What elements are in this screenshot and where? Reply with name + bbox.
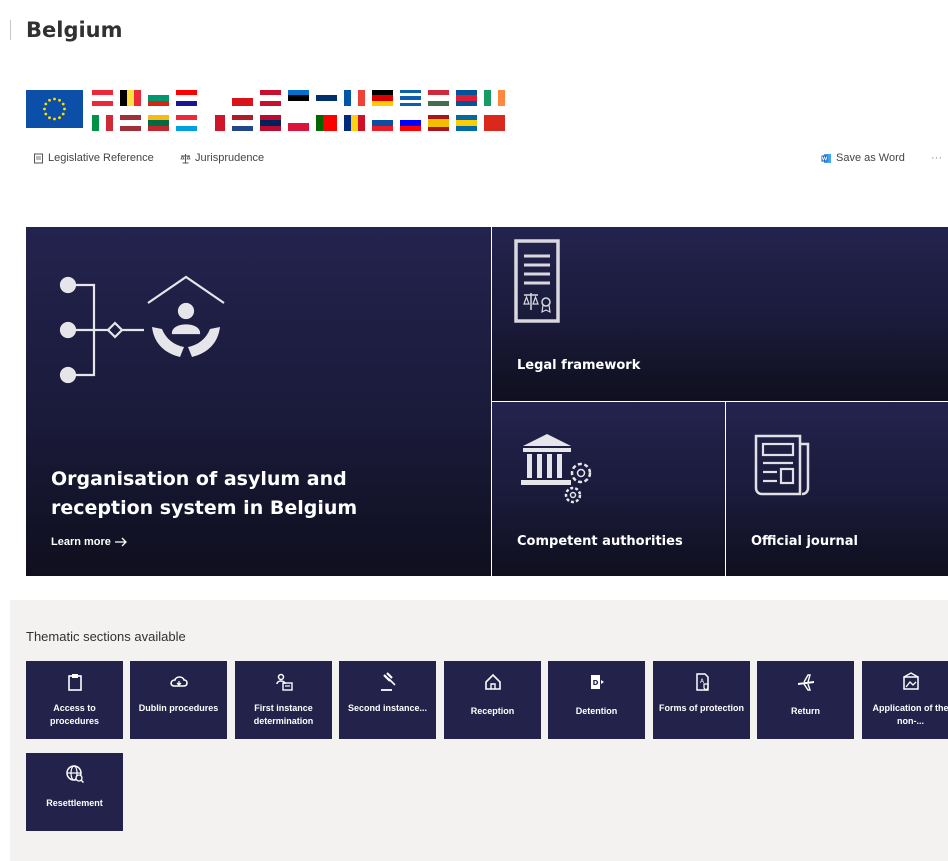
- more-options-button[interactable]: ···: [931, 152, 942, 164]
- theme-tile-label: Dublin procedures: [138, 703, 219, 713]
- official-journal-tile[interactable]: Official journal: [726, 402, 948, 576]
- theme-tile-label: Second instance...: [347, 703, 428, 713]
- hero-grid: Organisation of asylum and reception sys…: [26, 227, 948, 576]
- theme-tile-detention[interactable]: D Detention: [548, 661, 645, 739]
- flag-switzerland[interactable]: [484, 115, 505, 131]
- flag-row-1: [92, 90, 505, 107]
- theme-tile-label: Access to procedures: [49, 703, 100, 726]
- page-title: Belgium: [26, 18, 123, 42]
- globe-icon: [26, 764, 123, 784]
- toolbar: Legislative Reference Jurisprudence W Sa…: [33, 152, 948, 168]
- cloud-sync-icon: [130, 672, 227, 692]
- thematic-sections: Thematic sections available Access to pr…: [10, 600, 948, 861]
- svg-text:W: W: [822, 156, 828, 162]
- flag-latvia[interactable]: [120, 115, 141, 131]
- flag-denmark[interactable]: [260, 90, 281, 106]
- theme-tile-label: Resettlement: [46, 798, 103, 808]
- flag-czechia[interactable]: [232, 90, 253, 106]
- home-icon: [444, 672, 541, 692]
- flag-italy[interactable]: [92, 115, 113, 131]
- flag-greece[interactable]: [400, 90, 421, 107]
- theme-tile-label: Application of the non-...: [872, 703, 948, 726]
- learn-more-label: Learn more: [51, 536, 111, 548]
- flag-ireland[interactable]: [484, 90, 505, 106]
- flag-netherlands[interactable]: [232, 115, 253, 131]
- theme-tile-forms-of-protection[interactable]: A Forms of protection: [653, 661, 750, 739]
- flag-lithuania[interactable]: [148, 115, 169, 131]
- theme-tile-label: Forms of protection: [659, 703, 744, 713]
- theme-tile-second-instance[interactable]: Second instance...: [339, 661, 436, 739]
- save-as-word-label: Save as Word: [836, 152, 905, 164]
- flag-row-2: [92, 115, 505, 131]
- flag-romania[interactable]: [344, 115, 365, 131]
- competent-authorities-label: Competent authorities: [517, 534, 683, 549]
- flag-spain[interactable]: [428, 115, 449, 131]
- flag-estonia[interactable]: [288, 90, 309, 106]
- flag-bulgaria[interactable]: [148, 90, 169, 106]
- flag-finland[interactable]: [316, 90, 337, 106]
- legal-document-icon: [514, 239, 560, 323]
- theme-tile-label: Return: [791, 706, 820, 716]
- document-shield-icon: A: [653, 672, 750, 692]
- document-icon: [34, 153, 43, 163]
- theme-tile-label: Reception: [470, 706, 515, 716]
- word-icon: W: [821, 153, 831, 163]
- theme-tile-reception[interactable]: Reception: [444, 661, 541, 739]
- scales-icon: [180, 153, 191, 163]
- arrow-right-icon: [114, 537, 127, 547]
- svg-text:D: D: [592, 679, 598, 687]
- more-icon: ···: [931, 152, 942, 164]
- flag-cyprus[interactable]: [204, 90, 225, 106]
- thematic-sections-heading: Thematic sections available: [26, 629, 186, 644]
- flag-slovakia[interactable]: [372, 115, 393, 131]
- legal-framework-label: Legal framework: [517, 358, 641, 373]
- flag-malta[interactable]: [204, 115, 225, 131]
- government-building-icon: [521, 434, 592, 504]
- image-building-icon: [862, 672, 948, 692]
- eu-flag[interactable]: [26, 90, 83, 128]
- flag-poland[interactable]: [288, 115, 309, 131]
- airplane-icon: [757, 672, 854, 692]
- legislative-reference-label: Legislative Reference: [48, 152, 154, 164]
- flag-germany[interactable]: [372, 90, 393, 106]
- flag-belgium[interactable]: [120, 90, 141, 106]
- clipboard-icon: [26, 672, 123, 692]
- flag-france[interactable]: [344, 90, 365, 106]
- flag-iceland[interactable]: [456, 90, 477, 106]
- save-as-word-button[interactable]: W Save as Word: [821, 152, 905, 164]
- flag-portugal[interactable]: [316, 115, 337, 131]
- gavel-icon: [339, 672, 436, 692]
- jurisprudence-link[interactable]: Jurisprudence: [180, 152, 264, 164]
- flag-norway[interactable]: [260, 115, 281, 131]
- theme-tile-application-of-the-non[interactable]: Application of the non-...: [862, 661, 948, 739]
- theme-tile-label: Detention: [575, 706, 618, 716]
- theme-tile-resettlement[interactable]: Resettlement: [26, 753, 123, 831]
- legislative-reference-link[interactable]: Legislative Reference: [33, 152, 154, 164]
- organisation-tile[interactable]: Organisation of asylum and reception sys…: [26, 227, 491, 576]
- theme-tile-first-instance-determination[interactable]: First instance determination: [235, 661, 332, 739]
- theme-tile-dublin-procedures[interactable]: Dublin procedures: [130, 661, 227, 739]
- jurisprudence-label: Jurisprudence: [195, 152, 265, 164]
- theme-tile-label: First instance determination: [253, 703, 314, 726]
- flag-hungary[interactable]: [428, 90, 449, 106]
- theme-tile-return[interactable]: Return: [757, 661, 854, 739]
- official-journal-label: Official journal: [751, 534, 859, 549]
- learn-more-link[interactable]: Learn more: [51, 536, 128, 548]
- theme-tile-access-to-procedures[interactable]: Access to procedures: [26, 661, 123, 739]
- newspaper-icon: [754, 434, 810, 496]
- flag-austria[interactable]: [92, 90, 113, 106]
- door-icon: D: [548, 672, 645, 692]
- flag-sweden[interactable]: [456, 115, 477, 131]
- legal-framework-tile[interactable]: Legal framework: [492, 227, 948, 401]
- flag-slovenia[interactable]: [400, 115, 421, 131]
- flag-croatia[interactable]: [176, 90, 197, 106]
- organisation-icon: [59, 275, 225, 384]
- people-icon: [235, 672, 332, 692]
- organisation-title: Organisation of asylum and reception sys…: [51, 468, 358, 519]
- flag-luxembourg[interactable]: [176, 115, 197, 131]
- left-divider: [10, 20, 11, 40]
- eu-stars-icon: [43, 97, 66, 121]
- competent-authorities-tile[interactable]: Competent authorities: [492, 402, 725, 576]
